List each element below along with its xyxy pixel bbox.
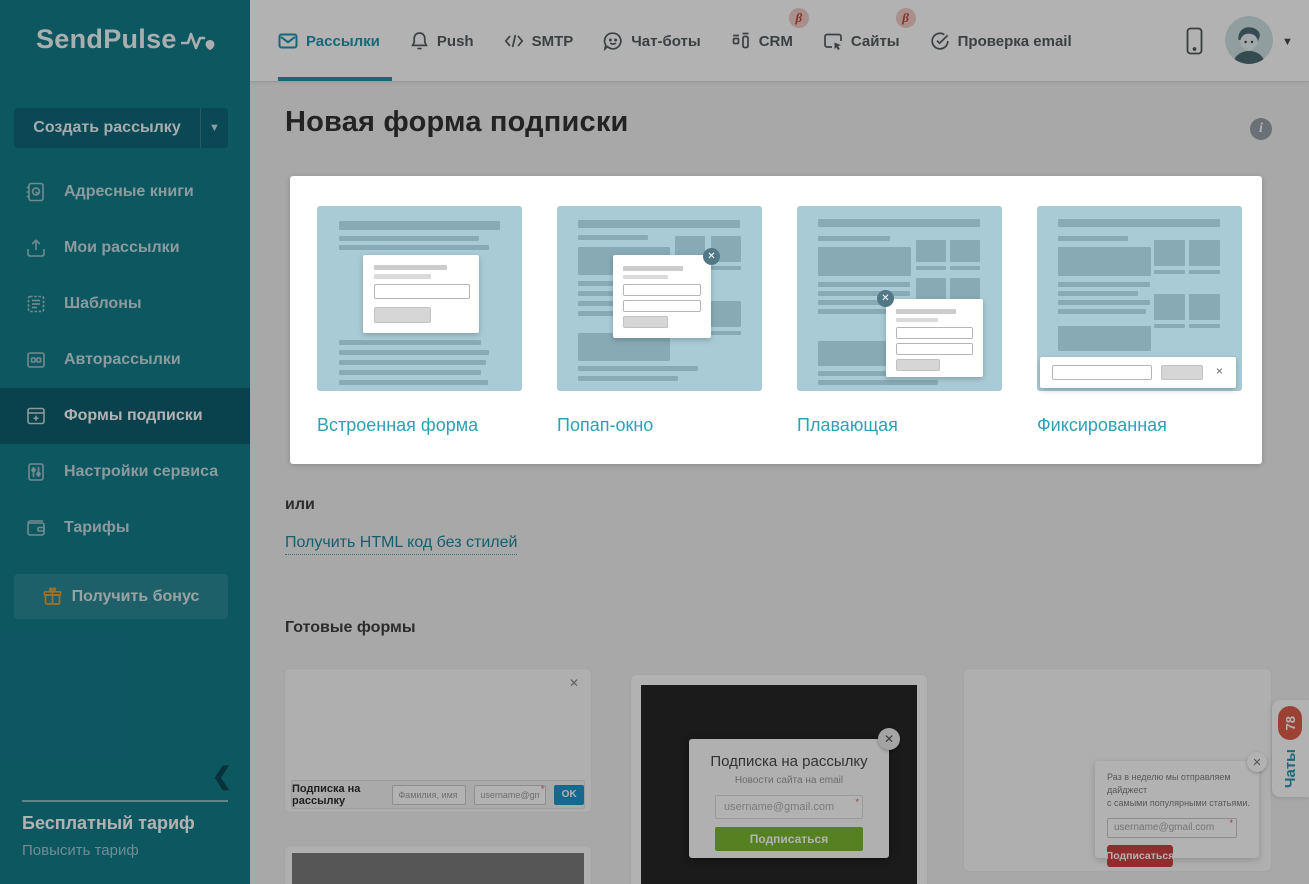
- close-icon: ✕: [877, 290, 894, 307]
- form-type-label[interactable]: Попап-окно: [557, 415, 762, 436]
- form-type-label[interactable]: Фиксированная: [1037, 415, 1242, 436]
- app-root: SendPulse Создать рассылку ▼ Адресные кн…: [0, 0, 1309, 884]
- floating-form-thumbnail: ✕: [797, 206, 1002, 391]
- fixed-form-thumbnail: ×: [1037, 206, 1242, 391]
- form-type-popup[interactable]: ✕ Попап-окно: [557, 206, 762, 436]
- form-type-label[interactable]: Встроенная форма: [317, 415, 522, 436]
- form-type-panel: Встроенная форма ✕ Попап-окно ✕ Плавающа…: [290, 176, 1262, 464]
- form-type-embedded[interactable]: Встроенная форма: [317, 206, 522, 436]
- close-icon: ✕: [703, 248, 720, 265]
- form-type-floating[interactable]: ✕ Плавающая: [797, 206, 1002, 436]
- close-icon: ×: [1216, 364, 1224, 378]
- embedded-form-thumbnail: [317, 206, 522, 391]
- popup-form-thumbnail: ✕: [557, 206, 762, 391]
- form-type-label[interactable]: Плавающая: [797, 415, 1002, 436]
- form-type-fixed[interactable]: × Фиксированная: [1037, 206, 1242, 436]
